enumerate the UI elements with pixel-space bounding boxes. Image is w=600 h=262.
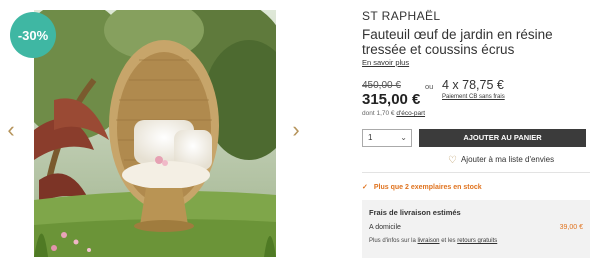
old-price: 450,00 € <box>362 80 401 91</box>
heart-outline-icon: ♡ <box>448 155 457 166</box>
product-gallery: -30% ‹ › <box>0 0 330 262</box>
shipping-note-middle: et les <box>439 238 458 244</box>
stock-message: Plus que 2 exemplaires en stock <box>373 184 482 191</box>
or-label: ou <box>425 82 434 91</box>
shipping-note-prefix: Plus d'infos sur la <box>369 238 418 244</box>
shipping-row-home: A domicile 39,00 € <box>369 224 583 231</box>
shipping-home-amount: 39,00 € <box>559 224 583 231</box>
learn-more-link[interactable]: En savoir plus <box>362 58 409 67</box>
add-to-wishlist-link[interactable]: ♡ Ajouter à ma liste d'envies <box>448 154 555 166</box>
product-brand: ST RAPHAËL <box>362 9 441 23</box>
shipping-home-label: A domicile <box>369 224 401 231</box>
current-price: 315,00 € <box>362 91 421 108</box>
quantity-select[interactable]: 1 ⌄ <box>362 129 412 147</box>
check-icon: ✓ <box>362 184 368 191</box>
product-photo[interactable] <box>34 10 276 257</box>
shipping-title: Frais de livraison estimés <box>369 208 461 217</box>
divider <box>362 172 590 173</box>
wishlist-label: Ajouter à ma liste d'envies <box>460 155 555 164</box>
eco-prefix: dont 1,70 € <box>362 110 397 117</box>
discount-badge: -30% <box>10 12 56 58</box>
product-title: Fauteuil œuf de jardin en résine tressée… <box>362 27 553 57</box>
chevron-right-icon[interactable]: › <box>289 118 303 142</box>
stock-status: ✓ Plus que 2 exemplaires en stock <box>362 183 482 191</box>
delivery-info-link[interactable]: livraison <box>418 238 440 244</box>
installments-price: 4 x 78,75 € <box>442 78 504 92</box>
free-returns-link[interactable]: retours gratuits <box>457 238 497 244</box>
add-to-cart-button[interactable]: AJOUTER AU PANIER <box>419 129 586 147</box>
eco-part-link[interactable]: d'éco-part <box>396 110 425 117</box>
chevron-left-icon[interactable]: ‹ <box>4 118 18 142</box>
eco-participation: dont 1,70 € d'éco-part <box>362 110 425 117</box>
quantity-value: 1 <box>368 133 373 142</box>
installments-note-link[interactable]: Paiement CB sans frais <box>442 94 505 100</box>
shipping-estimate-box: Frais de livraison estimés A domicile 39… <box>362 200 590 258</box>
chevron-down-icon: ⌄ <box>400 133 407 142</box>
shipping-note: Plus d'infos sur la livraison et les ret… <box>369 238 583 244</box>
